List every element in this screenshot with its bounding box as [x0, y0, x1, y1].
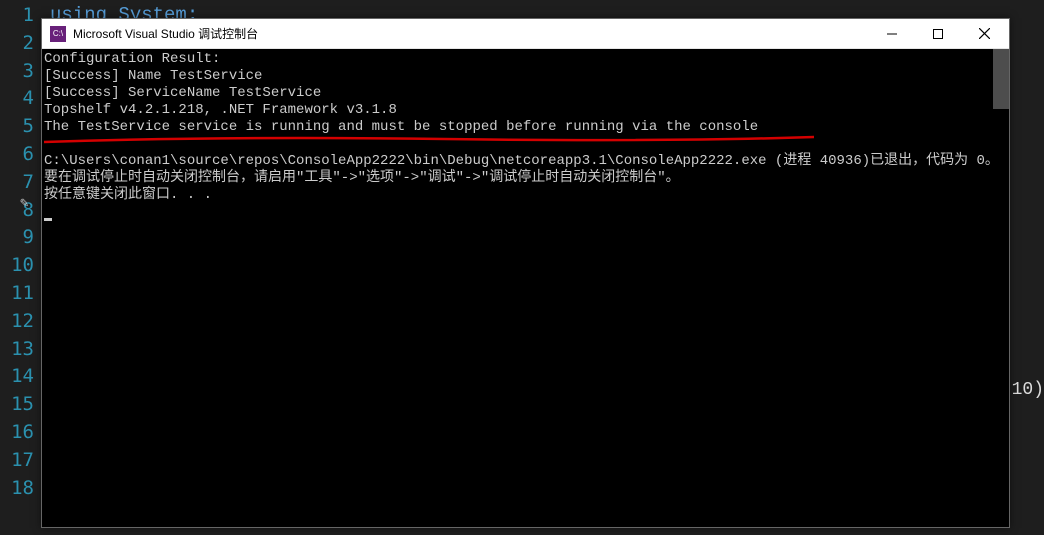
line-number: 5	[0, 113, 40, 141]
console-output-line: 要在调试停止时自动关闭控制台，请启用"工具"->"选项"->"调试"->"调试停…	[44, 170, 1007, 187]
console-output-line: C:\Users\conan1\source\repos\ConsoleApp2…	[44, 153, 1007, 170]
line-number: 15	[0, 391, 40, 419]
app-icon: C:\	[50, 26, 66, 42]
minimize-button[interactable]	[869, 19, 915, 48]
line-number: 9	[0, 224, 40, 252]
window-controls	[869, 19, 1007, 48]
line-number: 1	[0, 2, 40, 30]
console-output-line: [Success] Name TestService	[44, 68, 1007, 85]
maximize-icon	[933, 29, 943, 39]
line-number: 11	[0, 280, 40, 308]
text-cursor	[44, 218, 52, 221]
close-icon	[979, 28, 990, 39]
minimize-icon	[887, 29, 897, 39]
line-number: 4	[0, 85, 40, 113]
window-title: Microsoft Visual Studio 调试控制台	[73, 25, 869, 42]
line-number: 13	[0, 336, 40, 364]
editor-gutter: 123456789101112131415161718	[0, 0, 40, 535]
line-number: 6	[0, 141, 40, 169]
line-number: 14	[0, 363, 40, 391]
console-output-line	[44, 136, 1007, 153]
code-fragment-right: 10)	[1012, 380, 1044, 400]
line-number: 2	[0, 30, 40, 58]
console-output-line: [Success] ServiceName TestService	[44, 85, 1007, 102]
console-output-line: Topshelf v4.2.1.218, .NET Framework v3.1…	[44, 102, 1007, 119]
line-number: 18	[0, 475, 40, 503]
window-titlebar[interactable]: C:\ Microsoft Visual Studio 调试控制台	[42, 19, 1009, 49]
maximize-button[interactable]	[915, 19, 961, 48]
edit-indicator-icon: ✎	[20, 195, 28, 212]
line-number: 12	[0, 308, 40, 336]
line-number: 3	[0, 58, 40, 86]
line-number: 17	[0, 447, 40, 475]
console-output-line: Configuration Result:	[44, 51, 1007, 68]
console-output-line: 按任意键关闭此窗口. . .	[44, 187, 1007, 204]
line-number: 7	[0, 169, 40, 197]
console-output-line: The TestService service is running and m…	[44, 119, 1007, 136]
debug-console-window: C:\ Microsoft Visual Studio 调试控制台 Config…	[41, 18, 1010, 528]
cursor-line	[44, 204, 1007, 221]
line-number: 16	[0, 419, 40, 447]
close-button[interactable]	[961, 19, 1007, 48]
console-body[interactable]: Configuration Result:[Success] Name Test…	[42, 49, 1009, 527]
scrollbar-thumb[interactable]	[993, 49, 1009, 109]
line-number: 10	[0, 252, 40, 280]
